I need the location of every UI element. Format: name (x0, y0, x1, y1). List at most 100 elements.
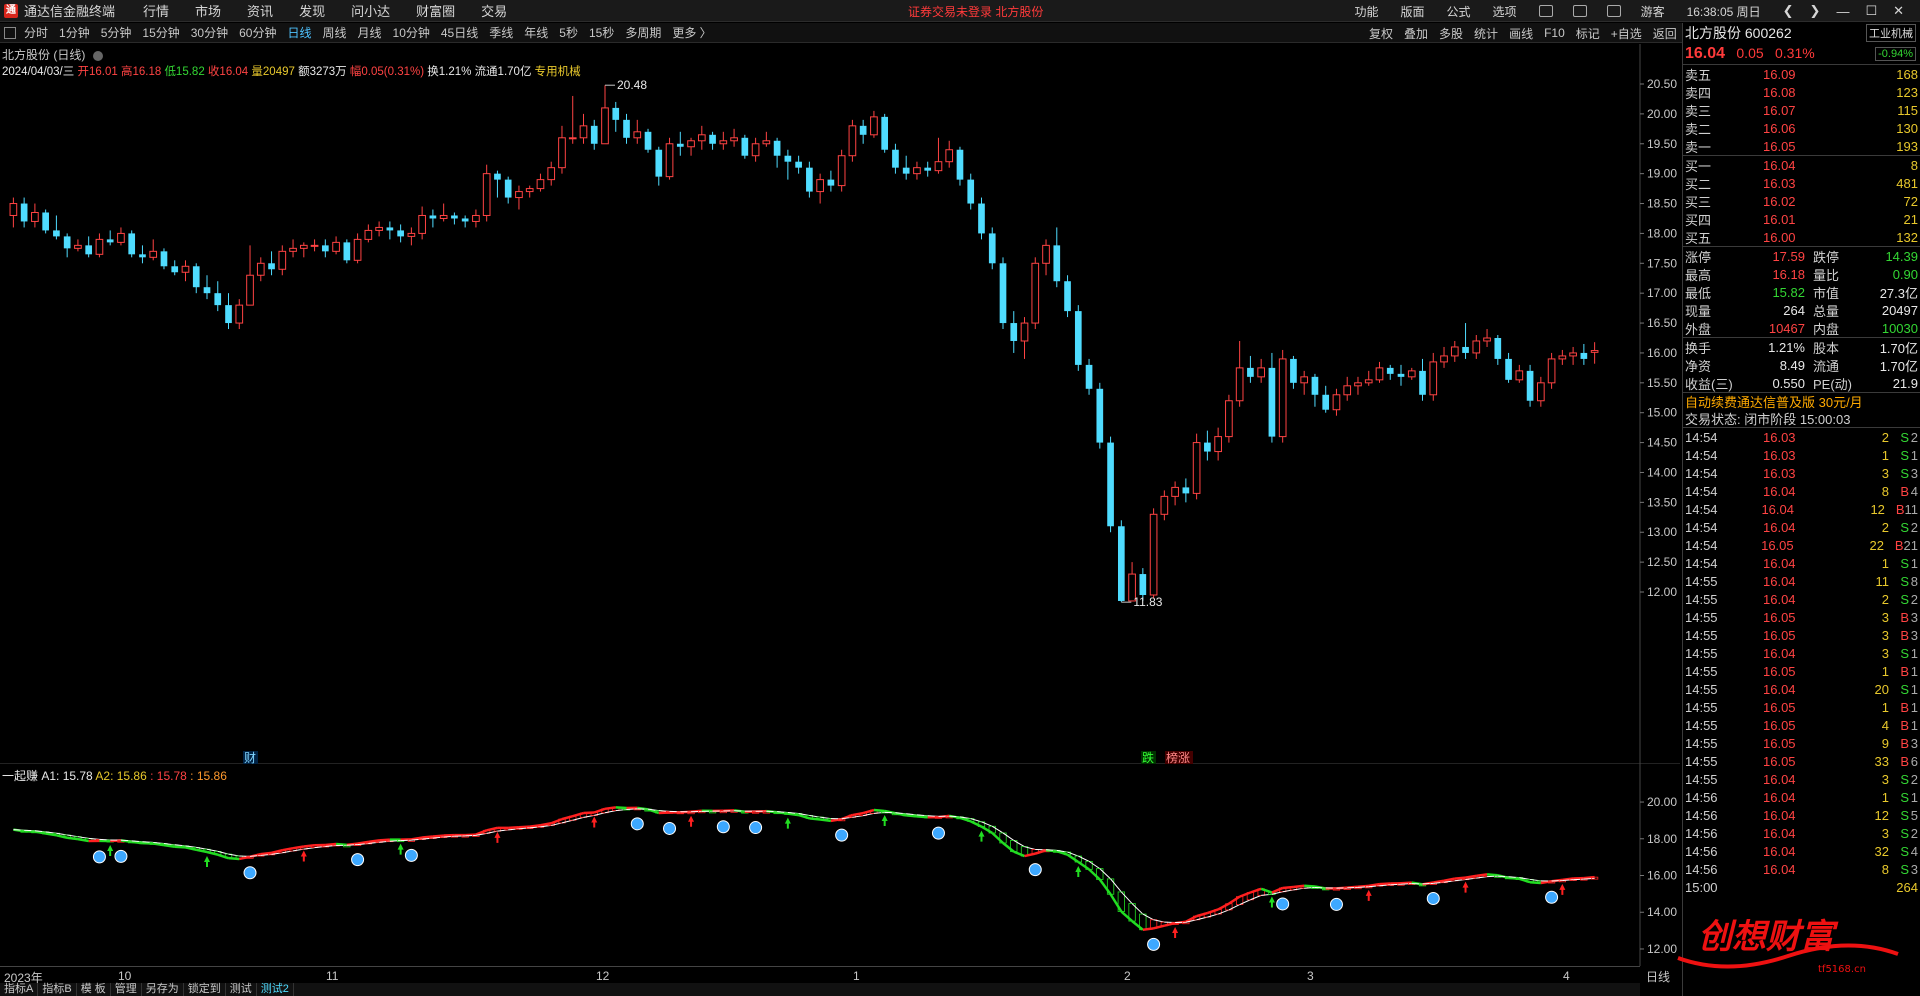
bottom-tab[interactable]: 管理 (111, 983, 142, 996)
ask-row[interactable]: 卖三 16.07 115 (1683, 101, 1920, 119)
tick-count: 2 (1910, 519, 1918, 535)
back-arrow-icon[interactable]: ❮ (1783, 3, 1794, 19)
period-tab[interactable]: 10分钟 (393, 24, 430, 41)
candle-body (1214, 436, 1222, 453)
promo-banner[interactable]: 自动续费通达信普及版 30元/月 (1683, 392, 1920, 410)
menu-options[interactable]: 选项 (1493, 3, 1517, 20)
period-tab[interactable]: 1分钟 (59, 24, 90, 41)
tool-overlay[interactable]: 叠加 (1404, 25, 1428, 42)
chart-title: 北方股份 (日线) (2, 48, 86, 62)
period-tab[interactable]: 季线 (489, 24, 513, 41)
tick-list[interactable]: 14:54 16.03 2 S 2 14:54 16.03 1 S 1 14:54 16.03 3 S 3 1… (1683, 428, 1920, 878)
tool-draw[interactable]: 画线 (1509, 25, 1533, 42)
tick-volume: 3 (1881, 825, 1889, 841)
tool-multi[interactable]: 多股 (1439, 25, 1463, 42)
period-tab[interactable]: 60分钟 (239, 24, 276, 41)
y-tick-label: 13.50 (1647, 495, 1677, 509)
tool-stats[interactable]: 统计 (1474, 25, 1498, 42)
period-tab[interactable]: 30分钟 (191, 24, 228, 41)
menu-news[interactable]: 资讯 (247, 1, 273, 20)
tool-back[interactable]: 返回 (1653, 25, 1677, 42)
tool-f10[interactable]: F10 (1544, 26, 1565, 40)
settings-icon[interactable] (92, 50, 103, 61)
tick-time: 14:55 (1685, 573, 1718, 589)
period-button[interactable]: 日线 (1646, 968, 1670, 985)
industry-badge[interactable]: 工业机械 (1866, 24, 1916, 42)
period-tab[interactable]: 15秒 (589, 24, 614, 41)
indicator-a2: A2: 15.86 (95, 769, 147, 783)
tick-volume: 12 (1874, 807, 1889, 823)
bid-row[interactable]: 买三 16.02 72 (1683, 192, 1920, 210)
ind-line-a1 (658, 811, 670, 815)
menu-exchange[interactable]: 市场 (195, 1, 221, 20)
period-tab[interactable]: 分时 (24, 24, 48, 41)
maximize-icon[interactable]: ☐ (1865, 3, 1877, 19)
login-alert[interactable]: 证券交易未登录 北方股份 (908, 3, 1043, 20)
refresh-icon[interactable] (1538, 5, 1553, 17)
ask-row[interactable]: 卖四 16.08 123 (1683, 83, 1920, 101)
bid-row[interactable]: 买二 16.03 481 (1683, 174, 1920, 192)
bid-row[interactable]: 买一 16.04 8 (1683, 156, 1920, 174)
menu-market[interactable]: 行情 (143, 1, 169, 20)
bottom-tab[interactable]: 另存为 (142, 983, 184, 996)
period-tab[interactable]: 月线 (358, 24, 382, 41)
menu-formula[interactable]: 公式 (1447, 3, 1471, 20)
tool-adjust[interactable]: 复权 (1369, 25, 1393, 42)
x-tick: 2 (1124, 969, 1131, 983)
info-sector[interactable]: 专用机械 (535, 66, 581, 78)
menu-function[interactable]: 功能 (1355, 3, 1379, 20)
menu-ask[interactable]: 问小达 (351, 1, 390, 20)
tick-price: 16.04 (1763, 591, 1796, 607)
user-label[interactable]: 游客 (1641, 3, 1665, 20)
candle-body (784, 155, 792, 162)
indicator-name[interactable]: 一起赚 (2, 769, 38, 783)
menu-layout[interactable]: 版面 (1401, 3, 1425, 20)
indicator-chart[interactable]: 20.0018.0016.0014.0012.00 (0, 764, 1680, 966)
bottom-tab[interactable]: 模 板 (77, 983, 111, 996)
tool-mark[interactable]: 标记 (1576, 25, 1600, 42)
period-tab-daily[interactable]: 日线 (287, 24, 311, 41)
tick-price: 16.04 (1763, 843, 1796, 859)
bottom-tab[interactable]: 指标B (38, 983, 77, 996)
tick-row: 14:56 16.04 8 S 3 (1683, 860, 1920, 878)
x-tick: 1 (853, 969, 860, 983)
panel-toggle-icon[interactable] (4, 26, 16, 39)
tool-add-watch[interactable]: +自选 (1611, 25, 1642, 42)
ob-volume: 123 (1896, 84, 1918, 100)
chart-toolbar: 复权 叠加 多股 统计 画线 F10 标记 +自选 返回 (1369, 23, 1688, 43)
period-tab[interactable]: 多周期 (625, 24, 661, 41)
tick-count: 1 (1910, 789, 1918, 805)
candle-body (407, 232, 416, 237)
period-tab[interactable]: 45日线 (441, 24, 478, 41)
period-tab[interactable]: 15分钟 (142, 24, 179, 41)
ind-line-a2 (1078, 855, 1090, 862)
menu-discover[interactable]: 发现 (299, 1, 325, 20)
bottom-tab-active[interactable]: 测试2 (257, 983, 294, 996)
bid-row[interactable]: 买四 16.01 21 (1683, 210, 1920, 228)
bottom-tab[interactable]: 测试 (226, 983, 257, 996)
bottom-tab[interactable]: 指标A (0, 983, 39, 996)
bottom-tab[interactable]: 锁定到 (184, 983, 226, 996)
ask-row[interactable]: 卖一 16.05 193 (1683, 137, 1920, 155)
mail-icon[interactable] (1606, 5, 1621, 17)
y-tick-label: 12.50 (1647, 555, 1677, 569)
menu-wealth[interactable]: 财富圈 (416, 1, 455, 20)
period-tab-more[interactable]: 更多 〉 (672, 24, 711, 41)
ask-row[interactable]: 卖五 16.09 168 (1683, 65, 1920, 83)
ind-line-a2 (561, 819, 573, 824)
close-icon[interactable]: ✕ (1893, 3, 1904, 19)
period-tab[interactable]: 5分钟 (101, 24, 132, 41)
period-tab[interactable]: 5秒 (559, 24, 578, 41)
forward-arrow-icon[interactable]: ❯ (1810, 3, 1821, 19)
ask-row[interactable]: 卖二 16.06 130 (1683, 119, 1920, 137)
menu-trade[interactable]: 交易 (481, 1, 507, 20)
candlestick-chart[interactable]: 20.50 20.00 19.50 19.00 18.50 18.00 17.50 17.00… (0, 44, 1680, 764)
candle-body (978, 203, 985, 234)
bid-row[interactable]: 买五 16.00 132 (1683, 228, 1920, 246)
phone-icon[interactable] (1572, 5, 1587, 17)
period-tab[interactable]: 年线 (524, 24, 548, 41)
stat-value: 21.9 (1892, 375, 1918, 391)
minimize-icon[interactable]: — (1836, 4, 1849, 19)
period-tab[interactable]: 周线 (322, 24, 346, 41)
ob-volume: 115 (1897, 102, 1918, 118)
